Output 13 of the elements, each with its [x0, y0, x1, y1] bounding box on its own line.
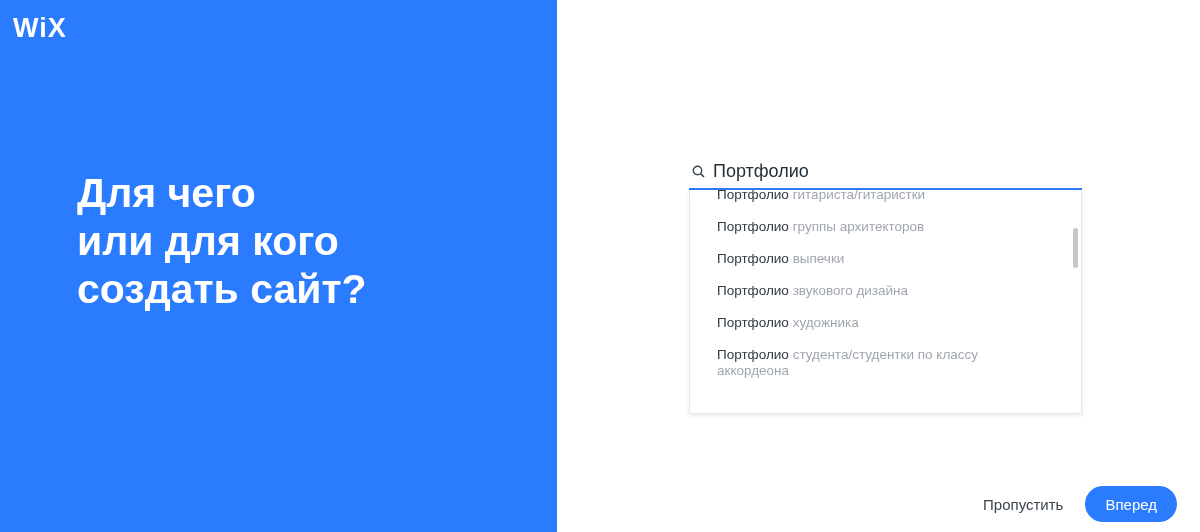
- next-button[interactable]: Вперед: [1085, 486, 1177, 522]
- logo: WiX: [13, 14, 67, 42]
- scrollbar-thumb[interactable]: [1073, 228, 1078, 268]
- suggestion-item[interactable]: Портфолио звукового дизайна: [717, 275, 1041, 307]
- suggestion-item[interactable]: Портфолио группы архитекторов: [717, 211, 1041, 243]
- suggestion-item[interactable]: Портфолио выпечки: [717, 243, 1041, 275]
- search-field[interactable]: Портфолио: [713, 161, 1082, 182]
- suggestion-item[interactable]: Портфолио художника: [717, 307, 1041, 339]
- heading: Для чего или для кого создать сайт?: [77, 169, 367, 313]
- skip-button[interactable]: Пропустить: [983, 495, 1064, 513]
- search-icon: [692, 165, 705, 178]
- suggestion-item[interactable]: Портфолио гитариста/гитаристки: [717, 190, 1041, 211]
- suggestion-item[interactable]: Портфолио студента/студентки по классу аккордеона: [717, 339, 1041, 387]
